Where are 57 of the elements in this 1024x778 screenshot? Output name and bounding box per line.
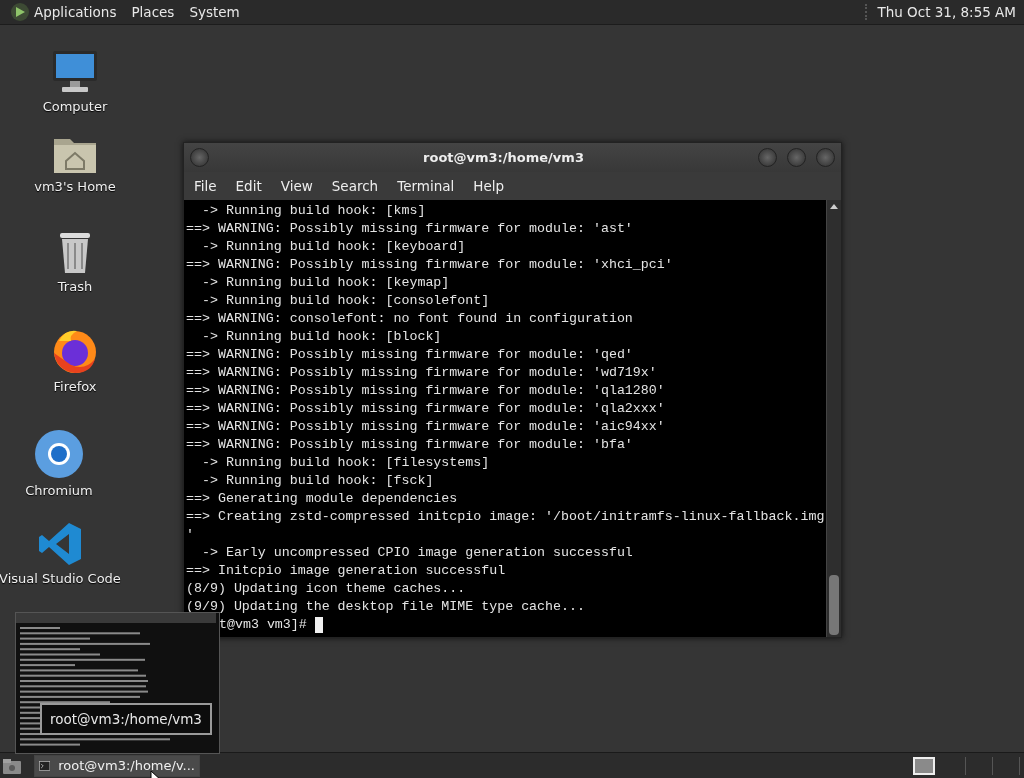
close-button[interactable] [816,148,835,167]
output-line: -> Running build hook: [keyboard] [200,238,467,256]
clock[interactable]: Thu Oct 31, 8:55 AM [865,4,1016,20]
menu-item[interactable]: View [280,178,313,194]
scrollbar[interactable] [826,200,841,637]
panel-menu[interactable]: Applications [34,4,117,20]
maximize-button[interactable] [787,148,806,167]
output-line: ==> WARNING: consolefont: no font found in configuration [186,310,634,328]
output-line: -> Running build hook: [filesystems] [200,454,491,472]
scrollbar-thumb[interactable] [829,575,839,635]
output-line: ==> WARNING: Possibly missing firmware for module: 'qla1280' [186,382,666,400]
show-desktop-icon[interactable] [2,756,22,775]
output-line: (8/9) Updating icon theme caches... [186,580,467,598]
output-line: ==> WARNING: Possibly missing firmware for module: 'qla2xxx' [186,400,666,418]
output-line: ==> WARNING: Possibly missing firmware for module: 'aic94xx' [186,418,666,436]
shell-prompt: t@vm3 vm3]# [219,616,307,634]
output-line: ==> Initcpio image generation successful [186,562,507,580]
output-line: ==> WARNING: Possibly missing firmware for module: 'xhci_pci' [186,256,674,274]
desktop-icon-label[interactable]: Firefox [53,379,97,394]
code-editor-icon[interactable] [37,521,83,567]
chromium-icon[interactable] [34,429,84,479]
output-line: ' [186,526,195,544]
output-line: -> Running build hook: [block] [200,328,443,346]
window-menu-button[interactable] [190,148,209,167]
output-line: -> Running build hook: [keymap] [200,274,451,292]
desktop-icon-label[interactable]: Computer [42,99,108,114]
menu-item[interactable]: Search [331,178,379,194]
desktop-icon-label[interactable]: Trash [57,279,93,294]
panel-menu[interactable]: Places [131,4,175,20]
window-tooltip: root@vm3:/home/vm3 [40,703,212,735]
output-line: ==> Generating module dependencies [186,490,459,508]
output-line: -> Running build hook: [consolefont] [200,292,491,310]
output-line: -> Running build hook: [fsck] [200,472,435,490]
output-line: ==> WARNING: Possibly missing firmware for module: 'qed' [186,346,634,364]
distro-logo-icon[interactable] [10,2,30,22]
output-line: -> Running build hook: [kms] [200,202,427,220]
minimize-button[interactable] [758,148,777,167]
menu-item[interactable]: File [194,178,217,194]
desktop-icon-label[interactable]: Visual Studio Code [0,571,121,586]
menu-item[interactable]: Edit [235,178,262,194]
scroll-up-arrow[interactable] [830,204,838,209]
terminal-icon [39,758,51,773]
text-cursor [314,617,323,633]
window-title: root@vm3:/home/vm3 [422,150,585,165]
output-line: ==> WARNING: Possibly missing firmware for module: 'bfa' [186,436,634,454]
output-line: (9/9) Updating the desktop file MIME type cache... [186,598,586,616]
output-line: ==> WARNING: Possibly missing firmware for module: 'ast' [186,220,634,238]
computer-icon[interactable] [50,49,100,95]
menu-item[interactable]: Terminal [397,178,455,194]
output-line: -> Early uncompressed CPIO image generation successful [200,544,634,562]
output-line: ==> WARNING: Possibly missing firmware for module: 'wd719x' [186,364,658,382]
panel-menu[interactable]: System [189,4,240,20]
taskbar-button[interactable]: root@vm3:/home/v... [34,754,200,777]
desktop-icon-label[interactable]: vm3's Home [34,179,116,194]
menu-item[interactable]: Help [473,178,505,194]
desktop-icon-label[interactable]: Chromium [25,483,93,498]
output-line: ==> Creating zstd-compressed initcpio image: '/boot/initramfs-linux-fallback.img [186,508,826,526]
